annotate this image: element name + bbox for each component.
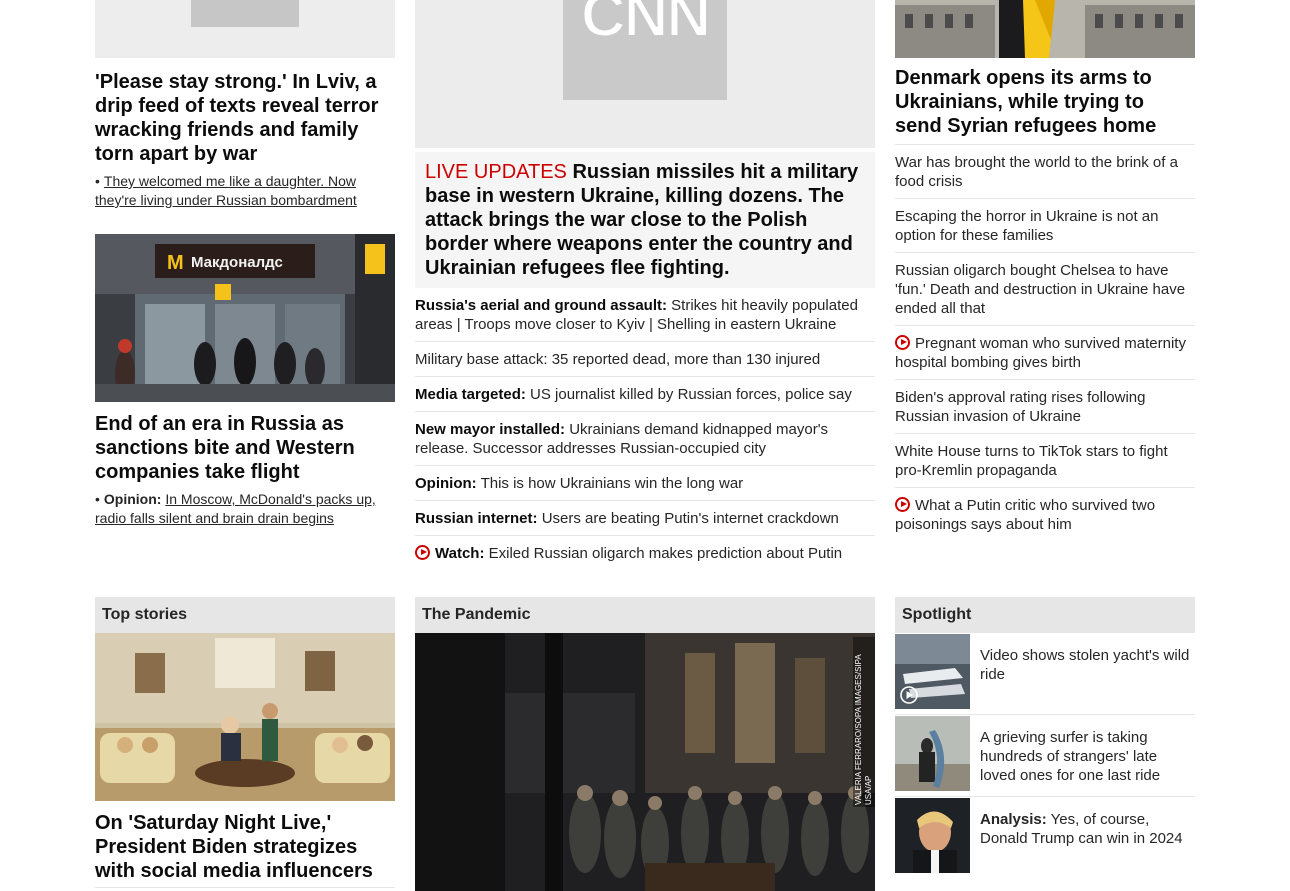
play-icon [415, 545, 430, 560]
spotlight-header[interactable]: Spotlight [895, 597, 1195, 633]
lviv-story-headline[interactable]: 'Please stay strong.' In Lviv, a drip fe… [95, 70, 395, 166]
list-item[interactable]: New mayor installed: Ukrainians demand k… [415, 412, 875, 466]
mcdonalds-story-sublink[interactable]: • Opinion: In Moscow, McDonald's packs up… [95, 490, 395, 528]
denmark-illustration [895, 0, 1195, 58]
denmark-story-headline[interactable]: Denmark opens its arms to Ukrainians, wh… [895, 66, 1195, 138]
top-stories-header[interactable]: Top stories [95, 597, 395, 633]
list-item[interactable]: What a Putin critic who survived two poi… [895, 488, 1195, 541]
sublink-label: Opinion: [103, 491, 162, 507]
item-label: Russia's aerial and ground assault: [415, 297, 667, 314]
bullet: • [95, 491, 100, 507]
item-label: Opinion: [415, 475, 477, 492]
cnn-logo-box: CNN [563, 0, 727, 100]
pandemic-story-image[interactable]: VALERIA FERRARO/SOPA IMAGES/SIPA USA/AP [415, 633, 875, 891]
item-text[interactable]: White House turns to TikTok stars to fig… [895, 443, 1168, 479]
list-item[interactable]: Russian internet: Users are beating Puti… [415, 501, 875, 536]
lviv-story-sublink[interactable]: • They welcomed me like a daughter. Now t… [95, 172, 395, 210]
spotlight-text[interactable]: Analysis: Yes, of course, Donald Trump c… [970, 798, 1195, 873]
left-column: 'Please stay strong.' In Lviv, a drip fe… [95, 0, 395, 528]
mcdonalds-story-image[interactable]: M Макдоналдс [95, 234, 395, 402]
item-text[interactable]: Military base attack: 35 reported dead, … [415, 351, 820, 368]
pandemic-section: The Pandemic VALERIA FERRARO/SOPA IMAGES… [415, 597, 875, 891]
lead-headline-box[interactable]: LIVE UPDATES Russian missiles hit a mili… [415, 152, 875, 288]
mid-column: CNN LIVE UPDATES Russian missiles hit a … [415, 0, 875, 570]
item-text[interactable]: Exiled Russian oligarch makes prediction… [489, 545, 843, 562]
list-item[interactable]: War has brought the world to the brink o… [895, 145, 1195, 199]
item-text[interactable]: What a Putin critic who survived two poi… [895, 497, 1155, 533]
list-item[interactable]: Biden's approval rating rises following … [895, 380, 1195, 434]
snl-story-image[interactable] [95, 633, 395, 801]
denmark-story-image[interactable] [895, 0, 1195, 58]
item-text[interactable]: War has brought the world to the brink o… [895, 154, 1178, 190]
item-text[interactable]: Pregnant woman who survived maternity ho… [895, 335, 1186, 371]
item-text[interactable]: A grieving surfer is taking hundreds of … [980, 729, 1160, 784]
snl-story-headline[interactable]: On 'Saturday Night Live,' President Bide… [95, 811, 395, 883]
placeholder-graphic [191, 0, 299, 27]
item-label: Media targeted: [415, 386, 526, 403]
lead-story-image[interactable]: CNN [415, 0, 875, 148]
mcdonalds-storefront-illustration: M Макдоналдс [95, 234, 395, 402]
lead-related-list: Russia's aerial and ground assault: Stri… [415, 288, 875, 570]
right-column: Denmark opens its arms to Ukrainians, wh… [895, 0, 1195, 541]
photo-credit: VALERIA FERRARO/SOPA IMAGES/SIPA USA/AP [853, 637, 875, 807]
list-item[interactable]: Media targeted: US journalist killed by … [415, 377, 875, 412]
item-label: New mayor installed: [415, 421, 566, 438]
list-item[interactable]: Watch: Exiled Russian oligarch makes pre… [415, 536, 875, 570]
surfer-thumbnail[interactable] [895, 716, 970, 791]
item-label: Analysis: [980, 811, 1047, 828]
spotlight-text[interactable]: A grieving surfer is taking hundreds of … [970, 716, 1195, 791]
svg-text:M: M [167, 252, 184, 274]
item-text[interactable]: This is how Ukrainians win the long war [481, 475, 744, 492]
item-label: Russian internet: [415, 510, 538, 527]
cnn-logo-icon: CNN [580, 0, 712, 51]
top-stories-section: Top stories On 'Saturday Night Live,' Pr… [95, 597, 395, 888]
trump-thumbnail[interactable] [895, 798, 970, 873]
spotlight-list: Video shows stolen yacht's wild ride A gr… [895, 633, 1195, 878]
item-text[interactable]: US journalist killed by Russian forces, … [530, 386, 852, 403]
live-updates-label: LIVE UPDATES [425, 161, 567, 183]
list-item[interactable]: Escaping the horror in Ukraine is not an… [895, 199, 1195, 253]
spotlight-item[interactable]: Analysis: Yes, of course, Donald Trump c… [895, 797, 1195, 878]
spotlight-item[interactable]: Video shows stolen yacht's wild ride [895, 633, 1195, 715]
section-divider [95, 887, 395, 888]
spotlight-item[interactable]: A grieving surfer is taking hundreds of … [895, 715, 1195, 797]
storefront-sign: Макдоналдс [191, 254, 283, 271]
sublink-text[interactable]: They welcomed me like a daughter. Now th… [95, 173, 357, 208]
list-item[interactable]: Military base attack: 35 reported dead, … [415, 342, 875, 377]
mcdonalds-story-headline[interactable]: End of an era in Russia as sanctions bit… [95, 412, 395, 484]
list-item[interactable]: Pregnant woman who survived maternity ho… [895, 326, 1195, 380]
church-funeral-illustration [415, 633, 875, 891]
yacht-thumbnail[interactable] [895, 634, 970, 709]
list-item[interactable]: White House turns to TikTok stars to fig… [895, 434, 1195, 488]
play-icon [895, 335, 910, 350]
snl-illustration [95, 633, 395, 801]
list-item[interactable]: Russian oligarch bought Chelsea to have … [895, 253, 1195, 326]
spotlight-section: Spotlight Video shows stolen yacht's wil… [895, 597, 1195, 878]
spotlight-text[interactable]: Video shows stolen yacht's wild ride [970, 634, 1195, 709]
item-text[interactable]: Russian oligarch bought Chelsea to have … [895, 262, 1185, 317]
item-text[interactable]: Biden's approval rating rises following … [895, 389, 1146, 425]
right-related-list: War has brought the world to the brink o… [895, 145, 1195, 541]
item-text[interactable]: Users are beating Putin's internet crack… [542, 510, 839, 527]
list-item[interactable]: Opinion: This is how Ukrainians win the … [415, 466, 875, 501]
item-text[interactable]: Video shows stolen yacht's wild ride [980, 647, 1189, 683]
item-label: Watch: [435, 545, 485, 562]
play-icon [895, 497, 910, 512]
pandemic-header[interactable]: The Pandemic [415, 597, 875, 633]
bullet: • [95, 173, 100, 189]
list-item[interactable]: Russia's aerial and ground assault: Stri… [415, 288, 875, 342]
lviv-story-image[interactable] [95, 0, 395, 58]
item-text[interactable]: Escaping the horror in Ukraine is not an… [895, 208, 1158, 244]
